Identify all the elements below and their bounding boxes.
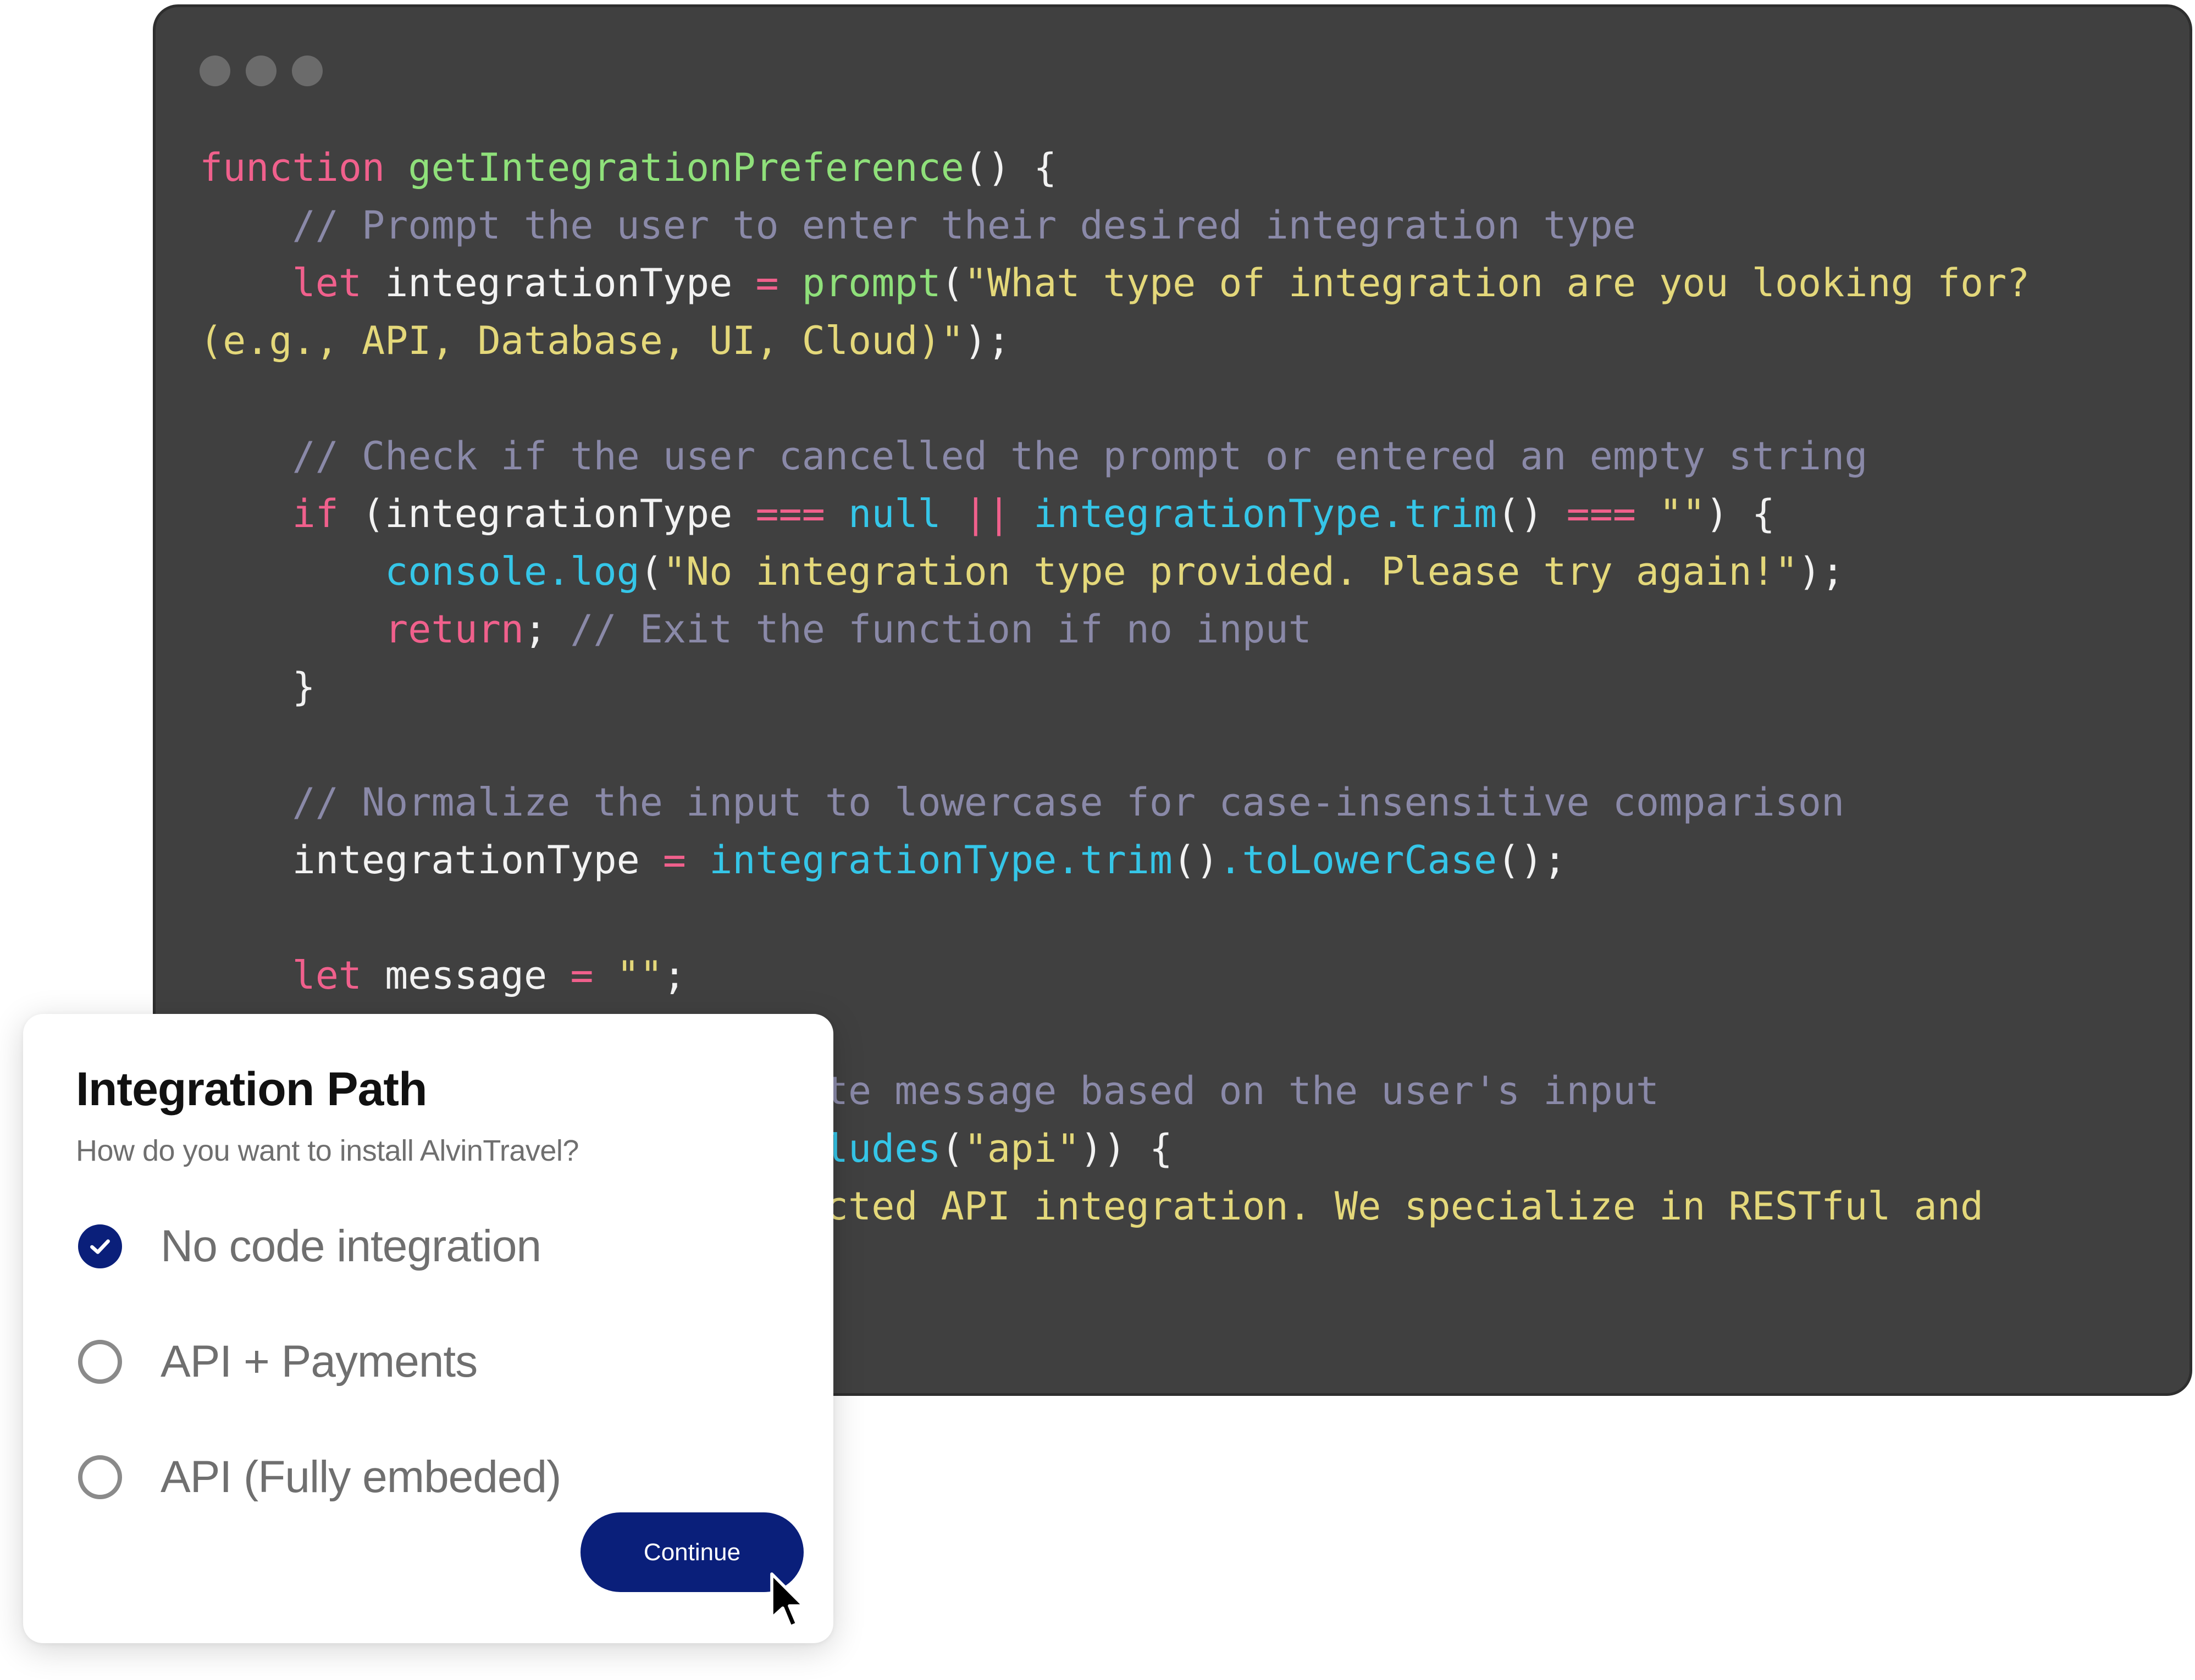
code-token: ); xyxy=(1798,549,1845,594)
radio-unchecked[interactable] xyxy=(78,1455,122,1499)
window-maximize-dot[interactable] xyxy=(292,56,323,86)
code-token: ( xyxy=(941,260,964,306)
radio-checked[interactable] xyxy=(78,1224,122,1268)
code-token: === xyxy=(755,491,825,536)
code-token: integrationType.trim xyxy=(709,838,1173,883)
option-api-fully-embedded[interactable]: API (Fully embeded) xyxy=(78,1444,561,1510)
code-line: (e.g., API, Database, UI, Cloud)"); xyxy=(200,312,2030,370)
code-token: // Exit the function if no input xyxy=(570,607,1312,652)
code-token: integrationType xyxy=(200,838,663,883)
code-token: () { xyxy=(964,145,1057,190)
code-token: ) { xyxy=(1705,491,1775,536)
option-label: No code integration xyxy=(161,1221,541,1271)
code-token: = xyxy=(570,953,594,998)
code-token: = xyxy=(662,838,687,883)
code-token: )) { xyxy=(1080,1126,1173,1171)
code-token: message xyxy=(362,953,571,998)
check-icon xyxy=(90,1239,110,1254)
code-token: || xyxy=(964,491,1011,536)
code-line: console.log("No integration type provide… xyxy=(200,543,2030,601)
code-line: ​ xyxy=(200,889,2030,947)
code-token: ; xyxy=(662,953,687,998)
code-token: let xyxy=(292,953,362,998)
code-token: "What type of integration are you lookin… xyxy=(964,260,2030,306)
code-token: function xyxy=(200,145,385,190)
option-api-payments[interactable]: API + Payments xyxy=(78,1329,478,1395)
code-token: (integrationType xyxy=(338,491,756,536)
code-token: === xyxy=(1566,491,1636,536)
code-token: "" xyxy=(1659,491,1706,536)
code-token: ); xyxy=(964,318,1011,363)
code-token: // Prompt the user to enter their desire… xyxy=(292,203,1636,248)
code-line: integrationType = integrationType.trim()… xyxy=(200,831,2030,889)
mouse-pointer-icon xyxy=(770,1572,805,1628)
code-token: () xyxy=(1173,838,1219,883)
code-token: ( xyxy=(639,549,663,594)
code-token: let xyxy=(292,260,362,306)
code-token: integrationType xyxy=(362,260,756,306)
code-token: (); xyxy=(1497,838,1567,883)
code-token: // Normalize the input to lowercase for … xyxy=(292,780,1845,825)
code-token: (e.g., API, Database, UI, Cloud)" xyxy=(200,318,964,363)
code-token: ( xyxy=(941,1126,964,1171)
window-close-dot[interactable] xyxy=(200,56,230,86)
code-line: function getIntegrationPreference() { xyxy=(200,139,2030,197)
code-line: return; // Exit the function if no input xyxy=(200,601,2030,658)
code-token: // Check if the user cancelled the promp… xyxy=(292,434,1868,479)
window-minimize-dot[interactable] xyxy=(246,56,277,86)
code-token: .toLowerCase xyxy=(1219,838,1497,883)
code-token: prompt xyxy=(801,260,941,306)
option-label: API + Payments xyxy=(161,1337,478,1387)
code-line: ​ xyxy=(200,716,2030,774)
code-token: getIntegrationPreference xyxy=(408,145,964,190)
code-token: console.log xyxy=(385,549,640,594)
integration-path-dialog: Integration Path How do you want to inst… xyxy=(23,1014,833,1643)
window-controls xyxy=(200,56,323,86)
code-token: integrationType.trim xyxy=(1033,491,1497,536)
code-token: if xyxy=(292,491,339,536)
code-token: } xyxy=(200,664,316,709)
code-line: // Normalize the input to lowercase for … xyxy=(200,774,2030,831)
option-no-code-integration[interactable]: No code integration xyxy=(78,1213,541,1279)
code-token: = xyxy=(755,260,779,306)
code-line: ​ xyxy=(200,370,2030,428)
option-label: API (Fully embeded) xyxy=(161,1452,561,1502)
code-token: return xyxy=(385,607,524,652)
code-line: let integrationType = prompt("What type … xyxy=(200,254,2030,312)
code-token: ; xyxy=(524,607,571,652)
code-line: // Prompt the user to enter their desire… xyxy=(200,197,2030,254)
code-token: "api" xyxy=(964,1126,1080,1171)
code-line: let message = ""; xyxy=(200,947,2030,1005)
code-token: null xyxy=(848,491,941,536)
code-line: // Check if the user cancelled the promp… xyxy=(200,428,2030,485)
code-line: if (integrationType === null || integrat… xyxy=(200,485,2030,543)
code-token: "No integration type provided. Please tr… xyxy=(662,549,1798,594)
dialog-title: Integration Path xyxy=(76,1063,428,1116)
radio-unchecked[interactable] xyxy=(78,1340,122,1384)
dialog-subtitle: How do you want to install AlvinTravel? xyxy=(76,1134,579,1167)
code-token: "" xyxy=(616,953,663,998)
code-token: () xyxy=(1497,491,1567,536)
code-line: } xyxy=(200,658,2030,716)
